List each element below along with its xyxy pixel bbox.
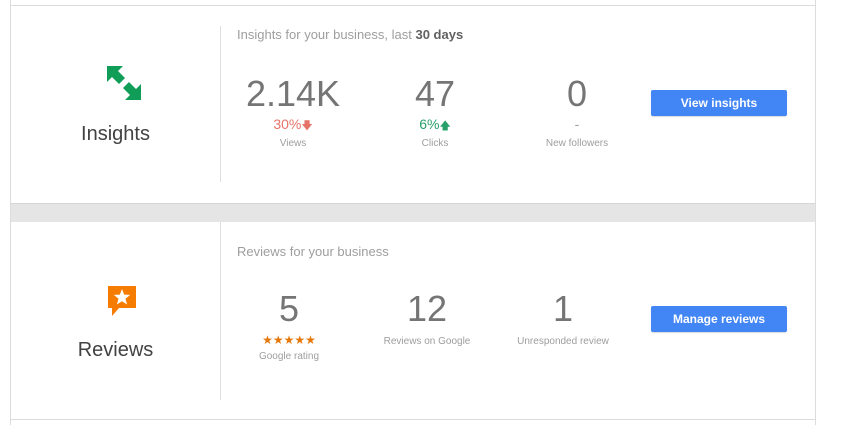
metric-label: Clicks xyxy=(421,138,449,149)
metric-value: 0 xyxy=(566,73,588,114)
metric-label: Reviews on Google xyxy=(383,336,471,347)
metric-value: 2.14K xyxy=(245,73,341,114)
metric-delta: - xyxy=(507,116,647,134)
insights-divider xyxy=(220,26,221,182)
metric-value: 5 xyxy=(278,288,300,329)
metric-delta: 6%🡅 xyxy=(365,116,505,134)
reviews-summary: Reviews xyxy=(11,222,220,420)
insights-card: Insights Insights for your business, las… xyxy=(11,6,815,203)
insights-title: Insights xyxy=(81,123,150,145)
reviews-caption: Reviews for your business xyxy=(237,244,389,259)
insights-caption-text: Insights for your business, last xyxy=(237,27,416,42)
arrows-exchange-icon xyxy=(107,66,141,100)
insights-caption-period: 30 days xyxy=(415,27,464,42)
metric-label: Unresponded review xyxy=(517,336,609,347)
reviews-card: Reviews Reviews for your business 5 ★★★★… xyxy=(11,222,815,420)
view-insights-button[interactable]: View insights xyxy=(651,90,787,116)
insights-caption: Insights for your business, last 30 days xyxy=(237,27,463,42)
down-arrow-icon: 🡇 xyxy=(301,120,313,132)
metric-unresponded-review: 1 Unresponded review xyxy=(493,288,633,348)
metric-reviews-on-google: 12 Reviews on Google xyxy=(357,288,497,348)
insights-summary: Insights xyxy=(11,6,220,203)
metric-delta: 30%🡇 xyxy=(223,116,363,134)
metric-label: New followers xyxy=(545,138,609,149)
metric-label: Google rating xyxy=(258,351,320,362)
reviews-title: Reviews xyxy=(77,339,154,361)
star-rating-icon: ★★★★★ xyxy=(262,333,316,347)
metric-views: 2.14K 30%🡇 Views xyxy=(223,73,363,150)
delta-value: 30% xyxy=(273,116,302,132)
section-separator xyxy=(11,203,815,222)
metric-value: 1 xyxy=(552,288,574,329)
delta-value: 6% xyxy=(419,116,440,132)
up-arrow-icon: 🡅 xyxy=(439,120,451,132)
delta-value: - xyxy=(574,116,580,132)
star-speech-bubble-icon xyxy=(108,286,136,316)
metric-value: 12 xyxy=(406,288,448,329)
manage-reviews-button[interactable]: Manage reviews xyxy=(651,306,787,332)
metric-google-rating: 5 ★★★★★ Google rating xyxy=(219,288,359,363)
metric-clicks: 47 6%🡅 Clicks xyxy=(365,73,505,150)
metric-new-followers: 0 - New followers xyxy=(507,73,647,150)
bottom-border xyxy=(11,419,815,420)
metric-label: Views xyxy=(279,138,307,149)
metric-value: 47 xyxy=(414,73,456,114)
